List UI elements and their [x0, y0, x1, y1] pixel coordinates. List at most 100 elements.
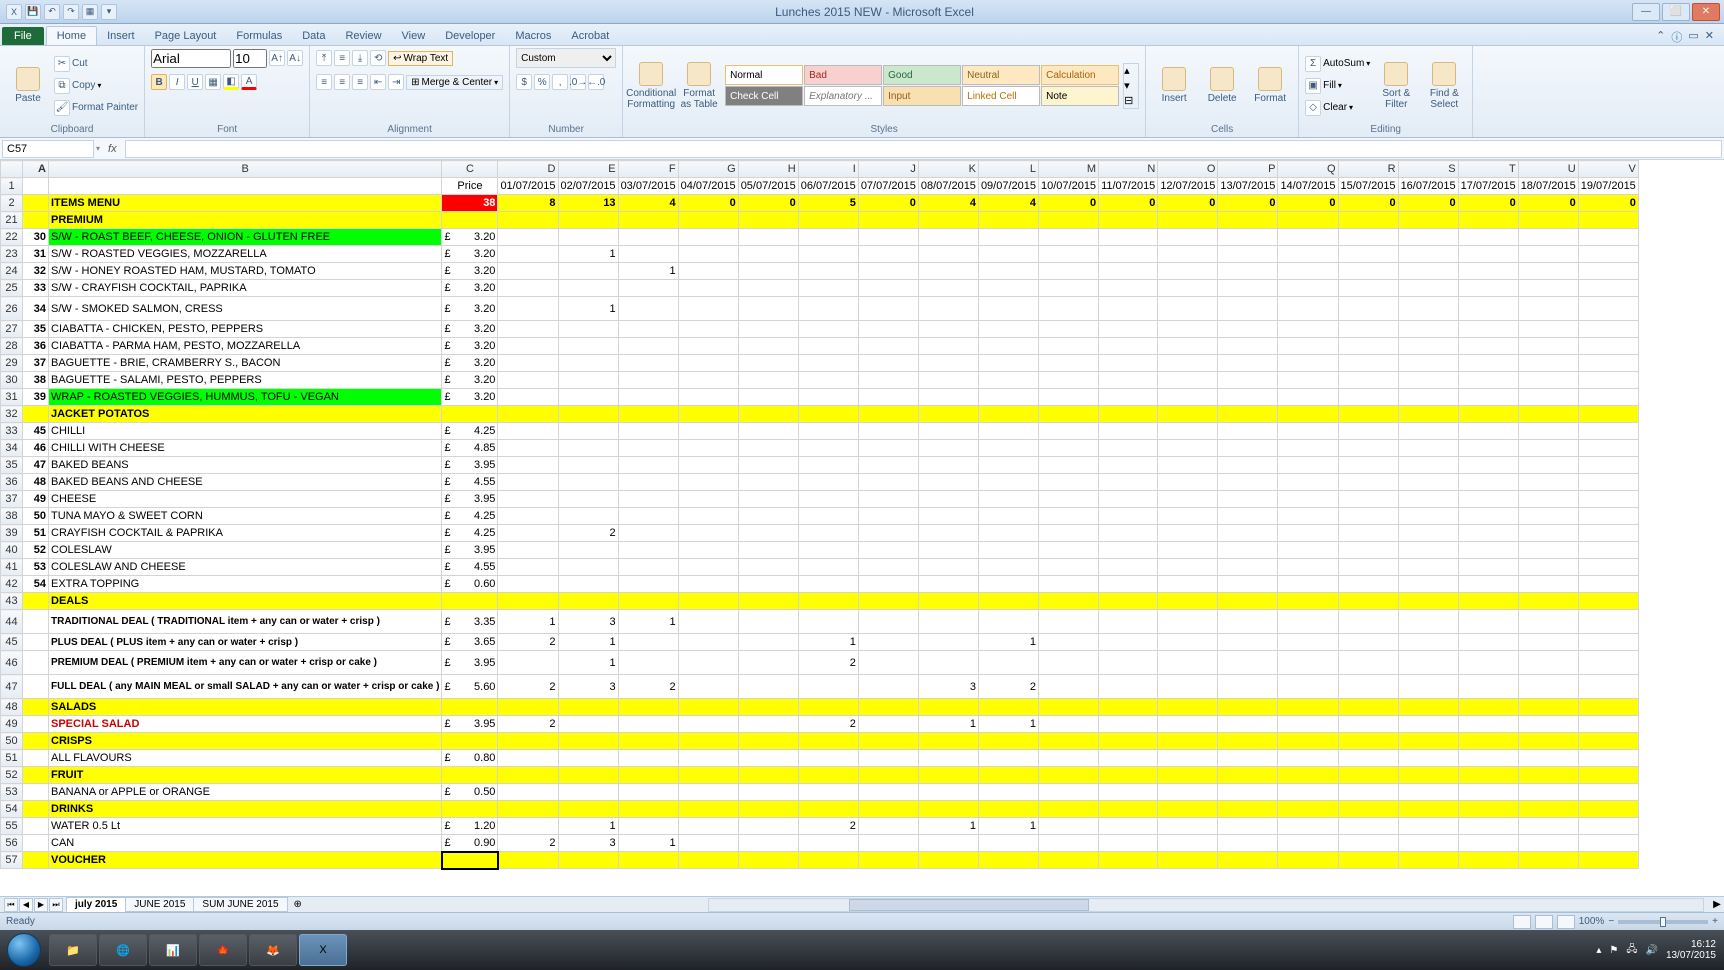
cell[interactable]	[1218, 491, 1278, 508]
cell[interactable]	[1458, 716, 1518, 733]
cell[interactable]	[1278, 542, 1338, 559]
cell[interactable]	[738, 733, 798, 750]
cell[interactable]	[738, 576, 798, 593]
cell[interactable]	[1099, 559, 1158, 576]
cell[interactable]	[798, 733, 858, 750]
cell[interactable]	[558, 576, 618, 593]
cell[interactable]: 0	[738, 195, 798, 212]
cell[interactable]	[858, 675, 918, 699]
cell[interactable]	[1218, 593, 1278, 610]
cell[interactable]	[1398, 525, 1458, 542]
cell[interactable]	[1278, 784, 1338, 801]
cell[interactable]	[1099, 508, 1158, 525]
cell[interactable]	[858, 835, 918, 852]
cell[interactable]	[978, 576, 1038, 593]
cell[interactable]: 17/07/2015	[1458, 178, 1518, 195]
cell[interactable]	[558, 593, 618, 610]
cell[interactable]	[1458, 750, 1518, 767]
cell[interactable]	[1458, 610, 1518, 634]
cell[interactable]	[1458, 542, 1518, 559]
tab-formulas[interactable]: Formulas	[226, 27, 292, 45]
comma-icon[interactable]: ,	[552, 74, 568, 90]
cell[interactable]: BAKED BEANS	[49, 457, 442, 474]
taskbar-app-explorer[interactable]: 📁	[49, 934, 97, 966]
fill-color-button[interactable]: ◧	[223, 74, 239, 90]
cell[interactable]: PLUS DEAL ( PLUS item + any can or water…	[49, 634, 442, 651]
row-header[interactable]: 35	[1, 457, 23, 474]
row-header[interactable]: 25	[1, 280, 23, 297]
cell[interactable]	[918, 542, 978, 559]
cell[interactable]	[1398, 651, 1458, 675]
cell[interactable]: 52	[23, 542, 49, 559]
cell[interactable]	[1218, 212, 1278, 229]
cell[interactable]	[1158, 542, 1218, 559]
cell[interactable]	[858, 297, 918, 321]
cell[interactable]	[738, 818, 798, 835]
cell[interactable]: 0	[858, 195, 918, 212]
cell[interactable]: 1	[558, 634, 618, 651]
cell[interactable]	[1278, 576, 1338, 593]
align-center-icon[interactable]: ≡	[334, 74, 350, 90]
clear-button[interactable]: ◇Clear▾	[1305, 98, 1370, 118]
cell[interactable]	[1518, 716, 1578, 733]
cell[interactable]	[1039, 852, 1099, 869]
cell[interactable]	[1099, 212, 1158, 229]
cell[interactable]	[1039, 457, 1099, 474]
cell[interactable]	[978, 852, 1038, 869]
cell[interactable]	[1518, 491, 1578, 508]
cell[interactable]: 05/07/2015	[738, 178, 798, 195]
cell[interactable]	[442, 699, 498, 716]
cell[interactable]	[558, 784, 618, 801]
cell[interactable]	[1158, 423, 1218, 440]
style-good[interactable]: Good	[883, 65, 961, 85]
cell[interactable]	[1158, 750, 1218, 767]
cell[interactable]	[738, 440, 798, 457]
cell[interactable]	[1398, 767, 1458, 784]
cell[interactable]	[798, 372, 858, 389]
cell[interactable]	[1278, 297, 1338, 321]
cell[interactable]	[23, 675, 49, 699]
cell[interactable]	[1278, 634, 1338, 651]
cell[interactable]	[678, 610, 738, 634]
cell[interactable]	[978, 423, 1038, 440]
cell[interactable]: 32	[23, 263, 49, 280]
cell[interactable]	[1218, 767, 1278, 784]
cell[interactable]	[1458, 559, 1518, 576]
cell[interactable]	[1458, 423, 1518, 440]
cell[interactable]: 15/07/2015	[1338, 178, 1398, 195]
cell[interactable]	[858, 750, 918, 767]
cell[interactable]	[498, 474, 558, 491]
cell[interactable]	[498, 767, 558, 784]
cell[interactable]	[798, 212, 858, 229]
cell[interactable]	[1518, 835, 1578, 852]
cell[interactable]	[1039, 767, 1099, 784]
cell[interactable]	[1158, 321, 1218, 338]
tray-volume-icon[interactable]: 🔊	[1645, 945, 1657, 956]
cell[interactable]	[618, 699, 678, 716]
cell[interactable]	[1578, 355, 1638, 372]
cell[interactable]: 50	[23, 508, 49, 525]
cell[interactable]	[1578, 576, 1638, 593]
cell[interactable]	[1099, 716, 1158, 733]
cell[interactable]: 49	[23, 491, 49, 508]
cell[interactable]: £3.20	[442, 389, 498, 406]
cell[interactable]	[798, 576, 858, 593]
cell[interactable]	[678, 576, 738, 593]
cell[interactable]	[1099, 372, 1158, 389]
cell[interactable]	[1039, 593, 1099, 610]
cell[interactable]	[918, 338, 978, 355]
cell[interactable]: 1	[558, 651, 618, 675]
cell[interactable]	[618, 525, 678, 542]
cell[interactable]	[1338, 634, 1398, 651]
cell[interactable]: ALL FLAVOURS	[49, 750, 442, 767]
border-button[interactable]: ▦	[205, 74, 221, 90]
cell[interactable]	[558, 372, 618, 389]
cell[interactable]	[618, 634, 678, 651]
italic-button[interactable]: I	[169, 74, 185, 90]
cell[interactable]: 2	[498, 675, 558, 699]
col-header[interactable]: J	[858, 161, 918, 178]
cell[interactable]	[1099, 246, 1158, 263]
cell[interactable]	[1578, 263, 1638, 280]
cell[interactable]	[678, 835, 738, 852]
cell[interactable]	[1518, 263, 1578, 280]
